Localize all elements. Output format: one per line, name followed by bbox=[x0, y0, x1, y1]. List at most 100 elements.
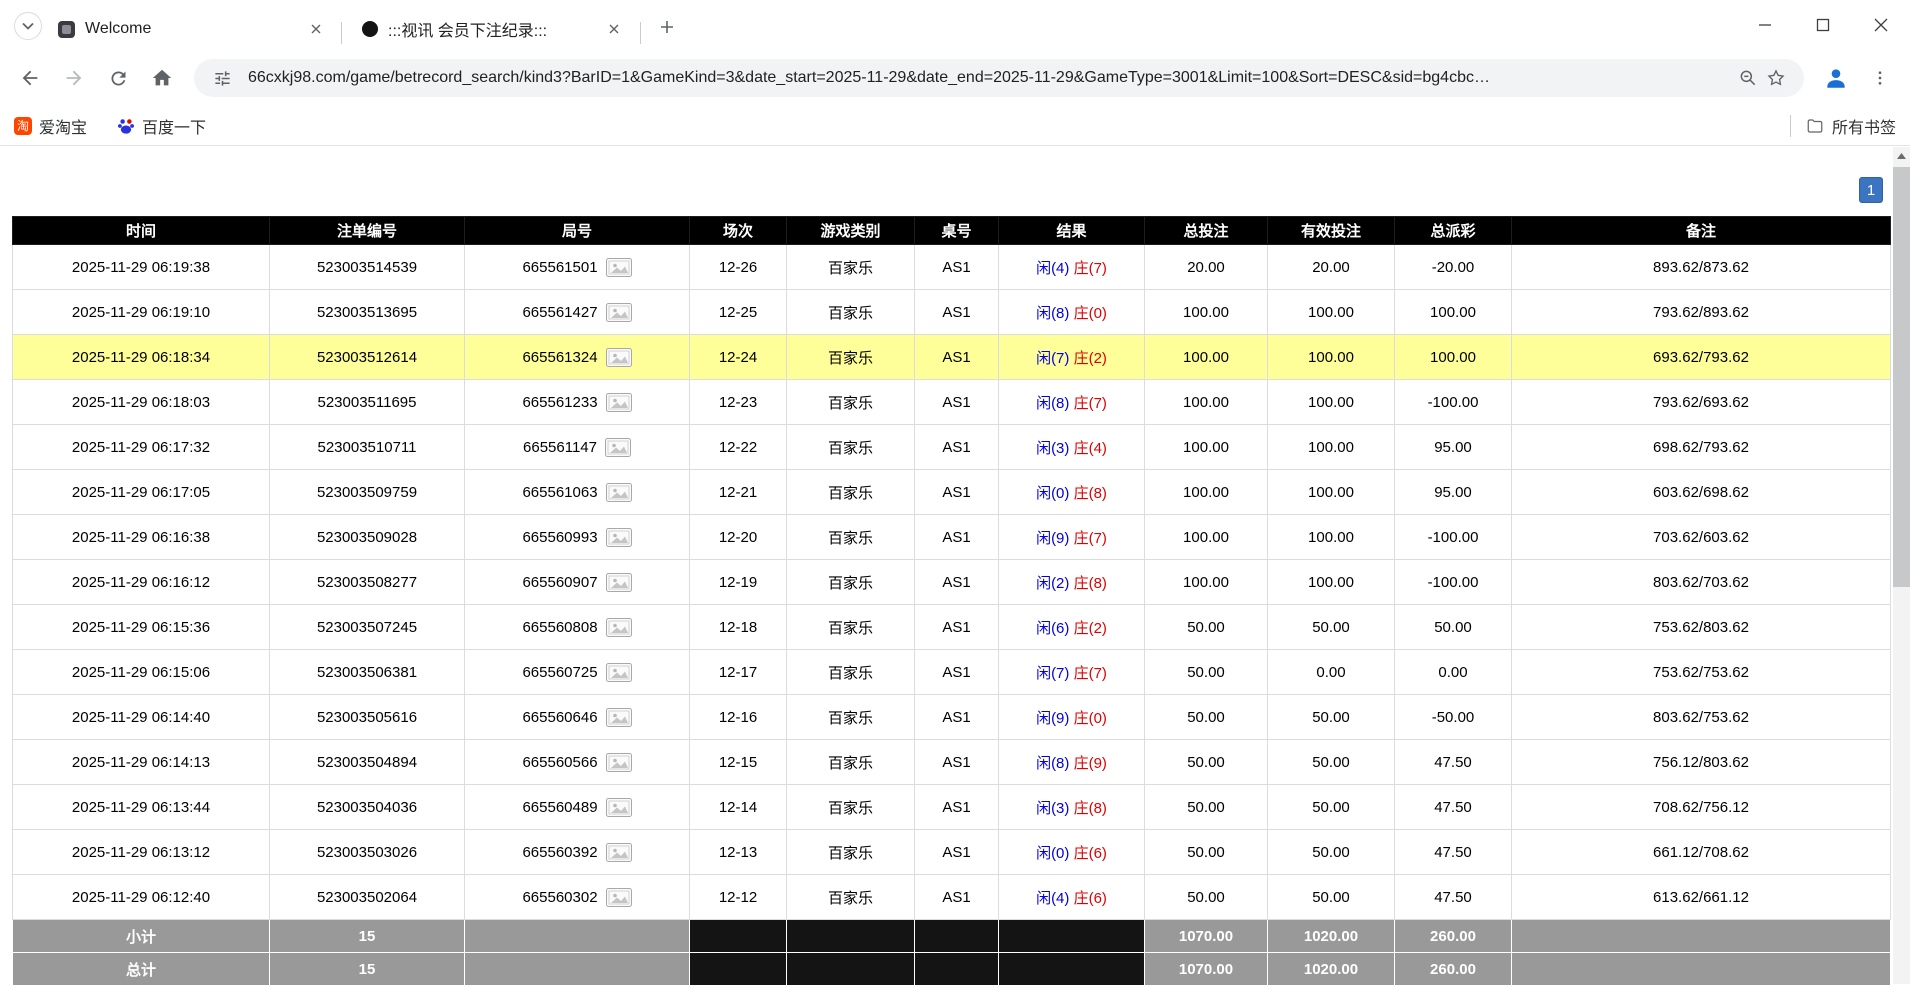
scrollbar-thumb[interactable] bbox=[1893, 167, 1910, 587]
page-content: 1 时间注单编号局号场次游戏类别桌号结果总投注有效投注总派彩备注 2025-11… bbox=[0, 147, 1910, 984]
tab-betrecord[interactable]: :::视讯 会员下注纪录::: bbox=[348, 8, 634, 50]
page-scrollbar[interactable] bbox=[1893, 147, 1910, 984]
result-player: 闲(8) bbox=[1036, 395, 1069, 412]
cell-total-bet[interactable]: 50.00 bbox=[1145, 875, 1268, 920]
cell-total-bet[interactable]: 100.00 bbox=[1145, 290, 1268, 335]
reload-button[interactable] bbox=[98, 58, 138, 98]
footer-cell-valid-bet: 1020.00 bbox=[1268, 920, 1395, 953]
table-row[interactable]: 2025-11-29 06:12:40523003502064665560302… bbox=[13, 875, 1891, 920]
table-row[interactable]: 2025-11-29 06:17:05523003509759665561063… bbox=[13, 470, 1891, 515]
tab-welcome[interactable]: Welcome bbox=[44, 8, 336, 50]
url-text[interactable]: 66cxkj98.com/game/betrecord_search/kind3… bbox=[248, 69, 1722, 87]
bookmark-star-button[interactable] bbox=[1762, 64, 1790, 92]
cell-bet-number: 523003511695 bbox=[270, 380, 465, 425]
home-icon bbox=[151, 67, 173, 89]
cell-payout: 50.00 bbox=[1395, 605, 1512, 650]
new-tab-button[interactable] bbox=[652, 12, 682, 42]
table-row[interactable]: 2025-11-29 06:16:38523003509028665560993… bbox=[13, 515, 1891, 560]
video-replay-icon[interactable] bbox=[606, 753, 632, 772]
pagination-page-1[interactable]: 1 bbox=[1859, 177, 1883, 203]
cell-total-bet[interactable]: 100.00 bbox=[1145, 335, 1268, 380]
home-button[interactable] bbox=[142, 58, 182, 98]
video-replay-icon[interactable] bbox=[606, 888, 632, 907]
table-row[interactable]: 2025-11-29 06:19:38523003514539665561501… bbox=[13, 245, 1891, 290]
table-row[interactable]: 2025-11-29 06:16:12523003508277665560907… bbox=[13, 560, 1891, 605]
video-replay-icon[interactable] bbox=[606, 708, 632, 727]
result-player: 闲(2) bbox=[1036, 575, 1069, 592]
browser-toolbar: 66cxkj98.com/game/betrecord_search/kind3… bbox=[0, 50, 1910, 106]
table-row[interactable]: 2025-11-29 06:19:10523003513695665561427… bbox=[13, 290, 1891, 335]
cell-session: 12-13 bbox=[690, 830, 787, 875]
all-bookmarks-button[interactable]: 所有书签 bbox=[1790, 114, 1896, 138]
forward-button[interactable] bbox=[54, 58, 94, 98]
table-row[interactable]: 2025-11-29 06:14:40523003505616665560646… bbox=[13, 695, 1891, 740]
cell-total-bet[interactable]: 50.00 bbox=[1145, 650, 1268, 695]
table-row[interactable]: 2025-11-29 06:15:06523003506381665560725… bbox=[13, 650, 1891, 695]
cell-total-bet[interactable]: 50.00 bbox=[1145, 830, 1268, 875]
video-replay-icon[interactable] bbox=[606, 303, 632, 322]
cell-bet-number: 523003503026 bbox=[270, 830, 465, 875]
zoom-button[interactable] bbox=[1734, 64, 1762, 92]
cell-time: 2025-11-29 06:19:10 bbox=[13, 290, 270, 335]
site-info-button[interactable] bbox=[208, 64, 236, 92]
table-row[interactable]: 2025-11-29 06:18:03523003511695665561233… bbox=[13, 380, 1891, 425]
video-replay-icon[interactable] bbox=[606, 393, 632, 412]
video-replay-icon[interactable] bbox=[606, 258, 632, 277]
video-replay-icon[interactable] bbox=[606, 618, 632, 637]
result-banker: 庄(7) bbox=[1074, 395, 1107, 412]
cell-total-bet[interactable]: 100.00 bbox=[1145, 380, 1268, 425]
cell-table-number: AS1 bbox=[915, 605, 999, 650]
maximize-button[interactable] bbox=[1794, 0, 1852, 50]
cell-total-bet[interactable]: 100.00 bbox=[1145, 560, 1268, 605]
result-player: 闲(9) bbox=[1036, 530, 1069, 547]
tab-search-button[interactable] bbox=[14, 12, 42, 40]
cell-time: 2025-11-29 06:17:32 bbox=[13, 425, 270, 470]
column-header-time: 时间 bbox=[13, 217, 270, 245]
table-row[interactable]: 2025-11-29 06:13:44523003504036665560489… bbox=[13, 785, 1891, 830]
cell-total-bet[interactable]: 100.00 bbox=[1145, 425, 1268, 470]
video-replay-icon[interactable] bbox=[606, 528, 632, 547]
cell-total-bet[interactable]: 50.00 bbox=[1145, 605, 1268, 650]
tab-close-icon[interactable] bbox=[604, 19, 624, 39]
close-button[interactable] bbox=[1852, 0, 1910, 50]
table-row[interactable]: 2025-11-29 06:13:12523003503026665560392… bbox=[13, 830, 1891, 875]
tab-close-icon[interactable] bbox=[306, 19, 326, 39]
video-replay-icon[interactable] bbox=[606, 798, 632, 817]
profile-button[interactable] bbox=[1816, 58, 1856, 98]
back-button[interactable] bbox=[10, 58, 50, 98]
video-replay-icon[interactable] bbox=[606, 348, 632, 367]
table-row[interactable]: 2025-11-29 06:17:32523003510711665561147… bbox=[13, 425, 1891, 470]
video-replay-icon[interactable] bbox=[606, 663, 632, 682]
cell-game-type: 百家乐 bbox=[787, 650, 915, 695]
cell-total-bet[interactable]: 100.00 bbox=[1145, 470, 1268, 515]
menu-button[interactable] bbox=[1860, 58, 1900, 98]
round-number-text: 665560808 bbox=[522, 619, 597, 636]
bookmark-taobao[interactable]: 淘 爱淘宝 bbox=[14, 114, 87, 138]
minimize-button[interactable] bbox=[1736, 0, 1794, 50]
cell-game-type: 百家乐 bbox=[787, 290, 915, 335]
cell-total-bet[interactable]: 50.00 bbox=[1145, 695, 1268, 740]
table-row[interactable]: 2025-11-29 06:18:34523003512614665561324… bbox=[13, 335, 1891, 380]
cell-round-number: 665560993 bbox=[465, 515, 690, 560]
video-replay-icon[interactable] bbox=[606, 483, 632, 502]
table-row[interactable]: 2025-11-29 06:15:36523003507245665560808… bbox=[13, 605, 1891, 650]
video-replay-icon[interactable] bbox=[605, 438, 631, 457]
video-replay-icon[interactable] bbox=[606, 573, 632, 592]
cell-total-bet[interactable]: 50.00 bbox=[1145, 740, 1268, 785]
cell-total-bet[interactable]: 50.00 bbox=[1145, 785, 1268, 830]
result-player: 闲(9) bbox=[1036, 710, 1069, 727]
back-arrow-icon bbox=[19, 67, 41, 89]
cell-round-number: 665560907 bbox=[465, 560, 690, 605]
address-bar[interactable]: 66cxkj98.com/game/betrecord_search/kind3… bbox=[194, 59, 1804, 97]
footer-cell-game-type bbox=[787, 953, 915, 986]
cell-total-bet[interactable]: 20.00 bbox=[1145, 245, 1268, 290]
scrollbar-up-arrow[interactable] bbox=[1893, 147, 1910, 164]
video-replay-icon[interactable] bbox=[606, 843, 632, 862]
star-icon bbox=[1766, 68, 1786, 88]
table-row[interactable]: 2025-11-29 06:14:13523003504894665560566… bbox=[13, 740, 1891, 785]
bookmarks-bar: 淘 爱淘宝 百度一下 所有书签 bbox=[0, 106, 1910, 146]
cell-valid-bet: 100.00 bbox=[1268, 380, 1395, 425]
result-player: 闲(3) bbox=[1036, 800, 1069, 817]
cell-total-bet[interactable]: 100.00 bbox=[1145, 515, 1268, 560]
bookmark-baidu[interactable]: 百度一下 bbox=[117, 114, 206, 138]
